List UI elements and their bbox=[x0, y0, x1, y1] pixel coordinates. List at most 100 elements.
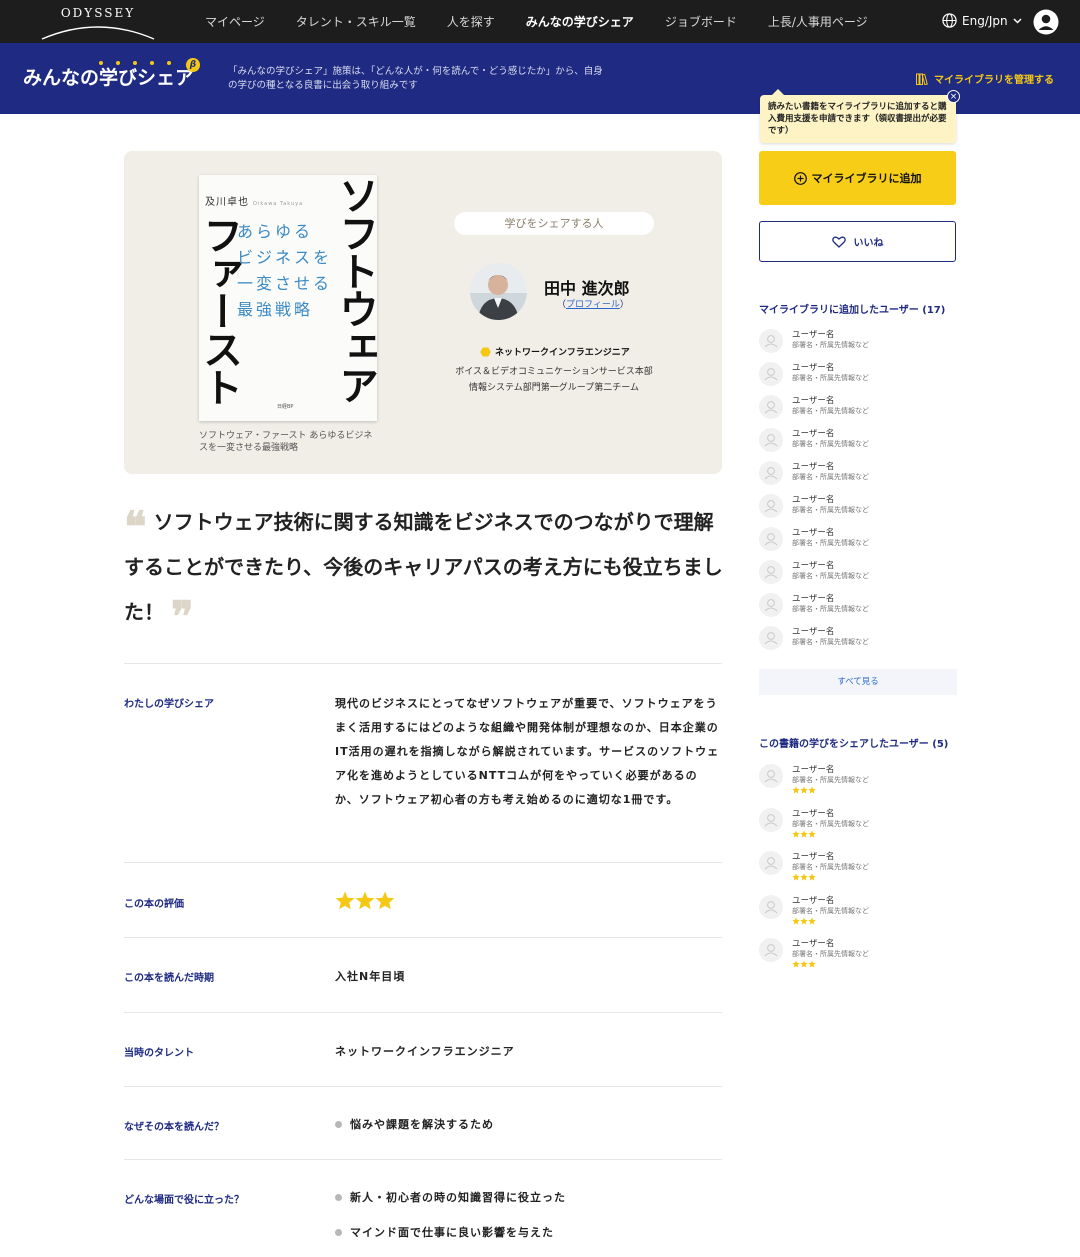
nav-link-job-board[interactable]: ジョブボード bbox=[665, 13, 737, 30]
detail-row-period: この本を読んだ時期 入社N年目頃 bbox=[124, 937, 722, 1012]
nav-link-mypage[interactable]: マイページ bbox=[205, 13, 265, 30]
star-icon bbox=[800, 873, 808, 881]
star-icon bbox=[800, 916, 808, 925]
user-item[interactable]: ユーザー名 部署名・所属先情報など bbox=[759, 524, 957, 557]
why-label: なぜその本を読んだ？ bbox=[124, 1122, 224, 1133]
sharer-name: 田中 進次郎 bbox=[544, 279, 630, 298]
language-label: Eng/Jpn bbox=[962, 13, 1008, 28]
star-icon bbox=[792, 829, 800, 838]
library-tooltip: 読みたい書籍をマイライブラリに追加すると購入費用支援を申請できます（領収書提出が… bbox=[760, 89, 956, 143]
plus-circle-icon bbox=[793, 171, 807, 185]
book-cover[interactable]: 及川卓也 Oikawa Takuya あらゆる ビジネスを 一変させる 最強戦略 … bbox=[199, 175, 377, 421]
star-icon bbox=[808, 916, 816, 925]
user-item[interactable]: ユーザー名 部署名・所属先情報など bbox=[759, 623, 957, 656]
brand-dots-decoration bbox=[99, 61, 171, 65]
detail-row-why: なぜその本を読んだ？ 悩みや課題を解決するため bbox=[124, 1086, 722, 1159]
star-icon bbox=[808, 873, 816, 881]
globe-icon bbox=[942, 13, 957, 28]
user-avatar-icon bbox=[759, 764, 783, 788]
user-avatar-icon bbox=[759, 626, 783, 650]
user-rating-stars bbox=[792, 916, 816, 925]
share-users-title: この書籍の学びをシェアしたユーザー (5) bbox=[759, 739, 949, 750]
cover-author: 及川卓也 Oikawa Takuya bbox=[205, 197, 304, 208]
star-icon bbox=[792, 873, 800, 881]
user-item[interactable]: ユーザー名 部署名・所属先情報など bbox=[759, 935, 957, 979]
logo-arc-icon bbox=[41, 26, 155, 40]
user-item[interactable]: ユーザー名 部署名・所属先情報など bbox=[759, 805, 957, 849]
user-item[interactable]: ユーザー名 部署名・所属先情報など bbox=[759, 557, 957, 590]
banner-description: 「みんなの学びシェア」施策は、「どんな人が・何を読んで・どう感じたか」から、自身… bbox=[228, 66, 603, 91]
sharer-talent: ネットワークインフラエンジニア bbox=[480, 345, 630, 358]
odyssey-logo[interactable]: ODYSSEY bbox=[40, 6, 156, 40]
rating-label: この本の評価 bbox=[124, 899, 184, 910]
sharer-profile: （プロフィール） bbox=[557, 300, 629, 310]
list-item: マインド面で仕事に良い影響を与えた bbox=[335, 1224, 566, 1240]
user-avatar-icon bbox=[759, 362, 783, 386]
see-all-button[interactable]: すべて見る bbox=[759, 669, 957, 695]
star-icon bbox=[792, 786, 800, 794]
tooltip-close-button[interactable]: × bbox=[947, 90, 960, 103]
profile-link[interactable]: プロフィール bbox=[566, 300, 620, 310]
quote-text: ソフトウェア技術に関する知識をビジネスでのつながりで理解することができたり、今後… bbox=[124, 510, 723, 624]
star-icon bbox=[800, 960, 808, 968]
open-quote-icon: ❝ bbox=[124, 502, 147, 551]
sharer-avatar[interactable] bbox=[470, 263, 527, 320]
user-item[interactable]: ユーザー名 部署名・所属先情報など bbox=[759, 425, 957, 458]
user-item[interactable]: ユーザー名 部署名・所属先情報など bbox=[759, 326, 957, 359]
nav-link-manager-hr[interactable]: 上長/人事用ページ bbox=[768, 13, 868, 30]
nav-links: マイページ タレント・スキル一覧 人を探す みんなの学びシェア ジョブボード 上… bbox=[205, 0, 899, 43]
star-icon bbox=[800, 786, 808, 794]
rating-stars bbox=[335, 891, 395, 910]
user-rating-stars bbox=[792, 786, 816, 794]
talent-hexagon-icon bbox=[480, 347, 491, 356]
user-avatar-icon bbox=[759, 395, 783, 419]
star-icon bbox=[808, 786, 816, 794]
cover-title-right: ソフトウェア bbox=[332, 175, 377, 403]
list-item: 悩みや課題を解決するため bbox=[335, 1116, 494, 1132]
chevron-down-icon bbox=[1013, 17, 1022, 24]
user-item[interactable]: ユーザー名 部署名・所属先情報など bbox=[759, 761, 957, 805]
useful-label: どんな場面で役に立った？ bbox=[124, 1195, 244, 1206]
top-navigation: ODYSSEY マイページ タレント・スキル一覧 人を探す みんなの学びシェア … bbox=[0, 0, 1080, 43]
user-avatar-icon bbox=[759, 428, 783, 452]
user-item[interactable]: ユーザー名 部署名・所属先情報など bbox=[759, 359, 957, 392]
user-avatar-icon bbox=[759, 560, 783, 584]
star-icon bbox=[355, 891, 375, 910]
account-icon[interactable] bbox=[1033, 9, 1059, 35]
beta-badge: β bbox=[186, 58, 200, 72]
like-button[interactable]: いいね bbox=[759, 221, 956, 262]
brand-title[interactable]: みんなの学びシェア bbox=[23, 63, 194, 90]
why-list: 悩みや課題を解決するため bbox=[335, 1116, 494, 1132]
review-text: 現代のビジネスにとってなぜソフトウェアが重要で、ソフトウェアをうまく活用するには… bbox=[335, 697, 720, 806]
user-item[interactable]: ユーザー名 部署名・所属先情報など bbox=[759, 458, 957, 491]
nav-link-talent-skills[interactable]: タレント・スキル一覧 bbox=[296, 13, 416, 30]
library-users-title: マイライブラリに追加したユーザー (17) bbox=[759, 305, 946, 316]
list-item: 新人・初心者の時の知識習得に役立った bbox=[335, 1189, 566, 1205]
nav-link-learning-share[interactable]: みんなの学びシェア bbox=[526, 13, 634, 30]
user-item[interactable]: ユーザー名 部署名・所属先情報など bbox=[759, 892, 957, 936]
useful-list: 新人・初心者の時の知識習得に役立った マインド面で仕事に良い影響を与えた bbox=[335, 1189, 566, 1240]
highlight-quote: ❝ ソフトウェア技術に関する知識をビジネスでのつながりで理解することができたり、… bbox=[124, 500, 724, 638]
close-quote-icon: ❞ bbox=[170, 592, 194, 641]
cover-subtitle: あらゆる ビジネスを 一変させる 最強戦略 bbox=[237, 222, 333, 319]
user-rating-stars bbox=[792, 829, 816, 838]
star-icon bbox=[792, 960, 800, 968]
share-users-list: ユーザー名 部署名・所属先情報など ユーザー名 部署名・所属先情報など ユーザー名部… bbox=[759, 761, 957, 979]
star-icon bbox=[792, 916, 800, 925]
user-avatar-icon bbox=[759, 593, 783, 617]
manage-library-link[interactable]: マイライブラリを管理する bbox=[916, 71, 1054, 86]
user-item[interactable]: ユーザー名 部署名・所属先情報など bbox=[759, 392, 957, 425]
star-icon bbox=[375, 891, 395, 910]
user-item[interactable]: ユーザー名 部署名・所属先情報など bbox=[759, 848, 957, 892]
star-icon bbox=[335, 891, 355, 910]
user-avatar-icon bbox=[759, 527, 783, 551]
star-icon bbox=[808, 829, 816, 838]
library-users-list: ユーザー名 部署名・所属先情報など ユーザー名 部署名・所属先情報など ユーザー名部… bbox=[759, 326, 957, 656]
user-rating-stars bbox=[792, 960, 816, 968]
user-item[interactable]: ユーザー名 部署名・所属先情報など bbox=[759, 590, 957, 623]
nav-link-find-people[interactable]: 人を探す bbox=[447, 13, 495, 30]
language-switcher[interactable]: Eng/Jpn bbox=[942, 13, 1027, 28]
add-to-library-button[interactable]: マイライブラリに追加 bbox=[759, 151, 956, 205]
user-rating-stars bbox=[792, 873, 816, 881]
user-item[interactable]: ユーザー名 部署名・所属先情報など bbox=[759, 491, 957, 524]
